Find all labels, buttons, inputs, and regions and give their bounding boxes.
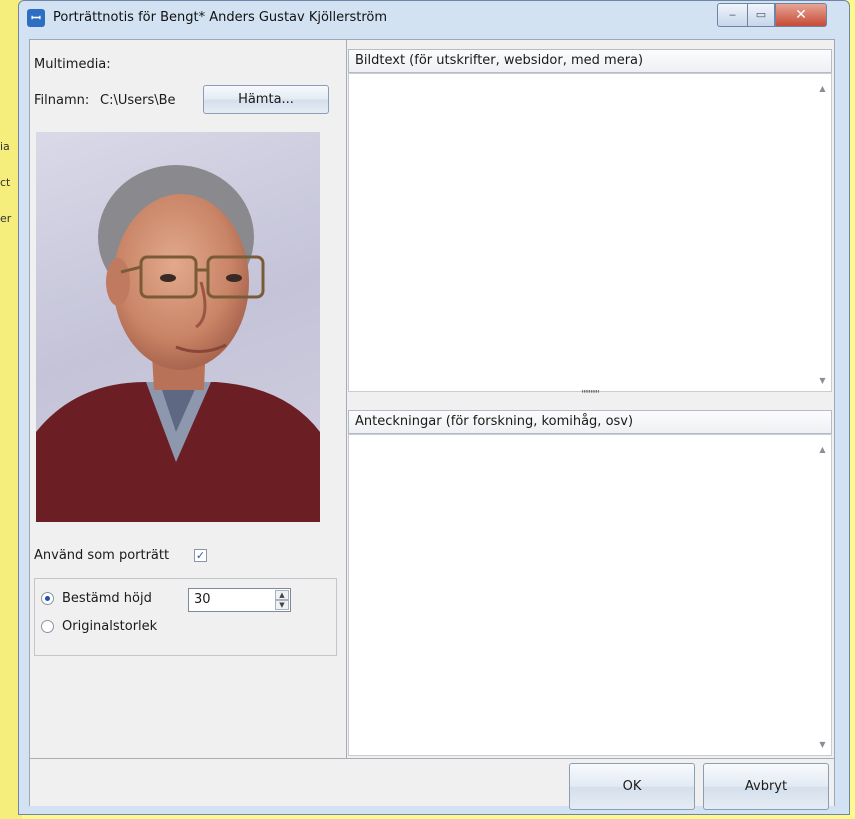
background-text-fragment: ia bbox=[0, 140, 10, 153]
height-spinner[interactable]: 30 ▲ ▼ bbox=[188, 588, 291, 612]
dialog-client-area: Multimedia: Filnamn: C:\Users\Be Hämta..… bbox=[29, 39, 835, 810]
caption-textarea[interactable]: ▲ ▼ bbox=[348, 73, 832, 392]
dialog-footer: OK Avbryt bbox=[30, 758, 834, 810]
notes-header: Anteckningar (för forskning, komihåg, os… bbox=[348, 410, 832, 434]
original-size-radio[interactable] bbox=[41, 620, 54, 633]
height-value: 30 bbox=[194, 592, 211, 607]
multimedia-panel: Multimedia: Filnamn: C:\Users\Be Hämta..… bbox=[30, 40, 347, 758]
minimize-button[interactable]: ‒ bbox=[717, 3, 747, 27]
use-as-portrait-checkbox[interactable]: ✓ bbox=[194, 549, 207, 562]
caption-header: Bildtext (för utskrifter, websidor, med … bbox=[348, 49, 832, 73]
spin-up-arrow-icon[interactable]: ▲ bbox=[275, 590, 289, 600]
portrait-dialog: ꟷ Porträttnotis för Bengt* Anders Gustav… bbox=[18, 0, 850, 815]
title-bar[interactable]: ꟷ Porträttnotis för Bengt* Anders Gustav… bbox=[19, 1, 849, 39]
app-icon: ꟷ bbox=[27, 9, 45, 27]
close-button[interactable]: ✕ bbox=[775, 3, 827, 27]
multimedia-label: Multimedia: bbox=[34, 57, 111, 72]
background-text-fragment: er bbox=[0, 212, 12, 225]
scroll-down-arrow-icon[interactable]: ▼ bbox=[814, 740, 831, 749]
spin-down-arrow-icon[interactable]: ▼ bbox=[275, 600, 289, 610]
maximize-button[interactable]: ▭ bbox=[747, 3, 775, 27]
text-panel: Bildtext (för utskrifter, websidor, med … bbox=[348, 40, 834, 758]
scroll-down-arrow-icon[interactable]: ▼ bbox=[814, 376, 831, 385]
scroll-up-arrow-icon[interactable]: ▲ bbox=[814, 445, 831, 454]
portrait-photo bbox=[36, 132, 320, 522]
notes-scrollbar[interactable]: ▲ ▼ bbox=[814, 435, 831, 755]
cancel-button[interactable]: Avbryt bbox=[703, 763, 829, 810]
filename-value: C:\Users\Be bbox=[100, 93, 176, 108]
filename-label: Filnamn: bbox=[34, 93, 90, 108]
window-title: Porträttnotis för Bengt* Anders Gustav K… bbox=[53, 10, 388, 25]
fixed-height-label: Bestämd höjd bbox=[62, 591, 152, 606]
background-text-fragment: ct bbox=[0, 176, 11, 189]
fetch-button[interactable]: Hämta... bbox=[203, 85, 329, 114]
scroll-up-arrow-icon[interactable]: ▲ bbox=[814, 84, 831, 93]
size-option-group: Bestämd höjd 30 ▲ ▼ Originalstorlek bbox=[34, 578, 337, 656]
ok-button[interactable]: OK bbox=[569, 763, 695, 810]
caption-scrollbar[interactable]: ▲ ▼ bbox=[814, 74, 831, 391]
pane-splitter[interactable]: '''''''''' bbox=[348, 390, 832, 408]
notes-textarea[interactable]: ▲ ▼ bbox=[348, 434, 832, 756]
fixed-height-radio[interactable] bbox=[41, 592, 54, 605]
original-size-label: Originalstorlek bbox=[62, 619, 158, 634]
use-as-portrait-label: Använd som porträtt bbox=[34, 548, 170, 563]
portrait-image bbox=[36, 165, 320, 522]
